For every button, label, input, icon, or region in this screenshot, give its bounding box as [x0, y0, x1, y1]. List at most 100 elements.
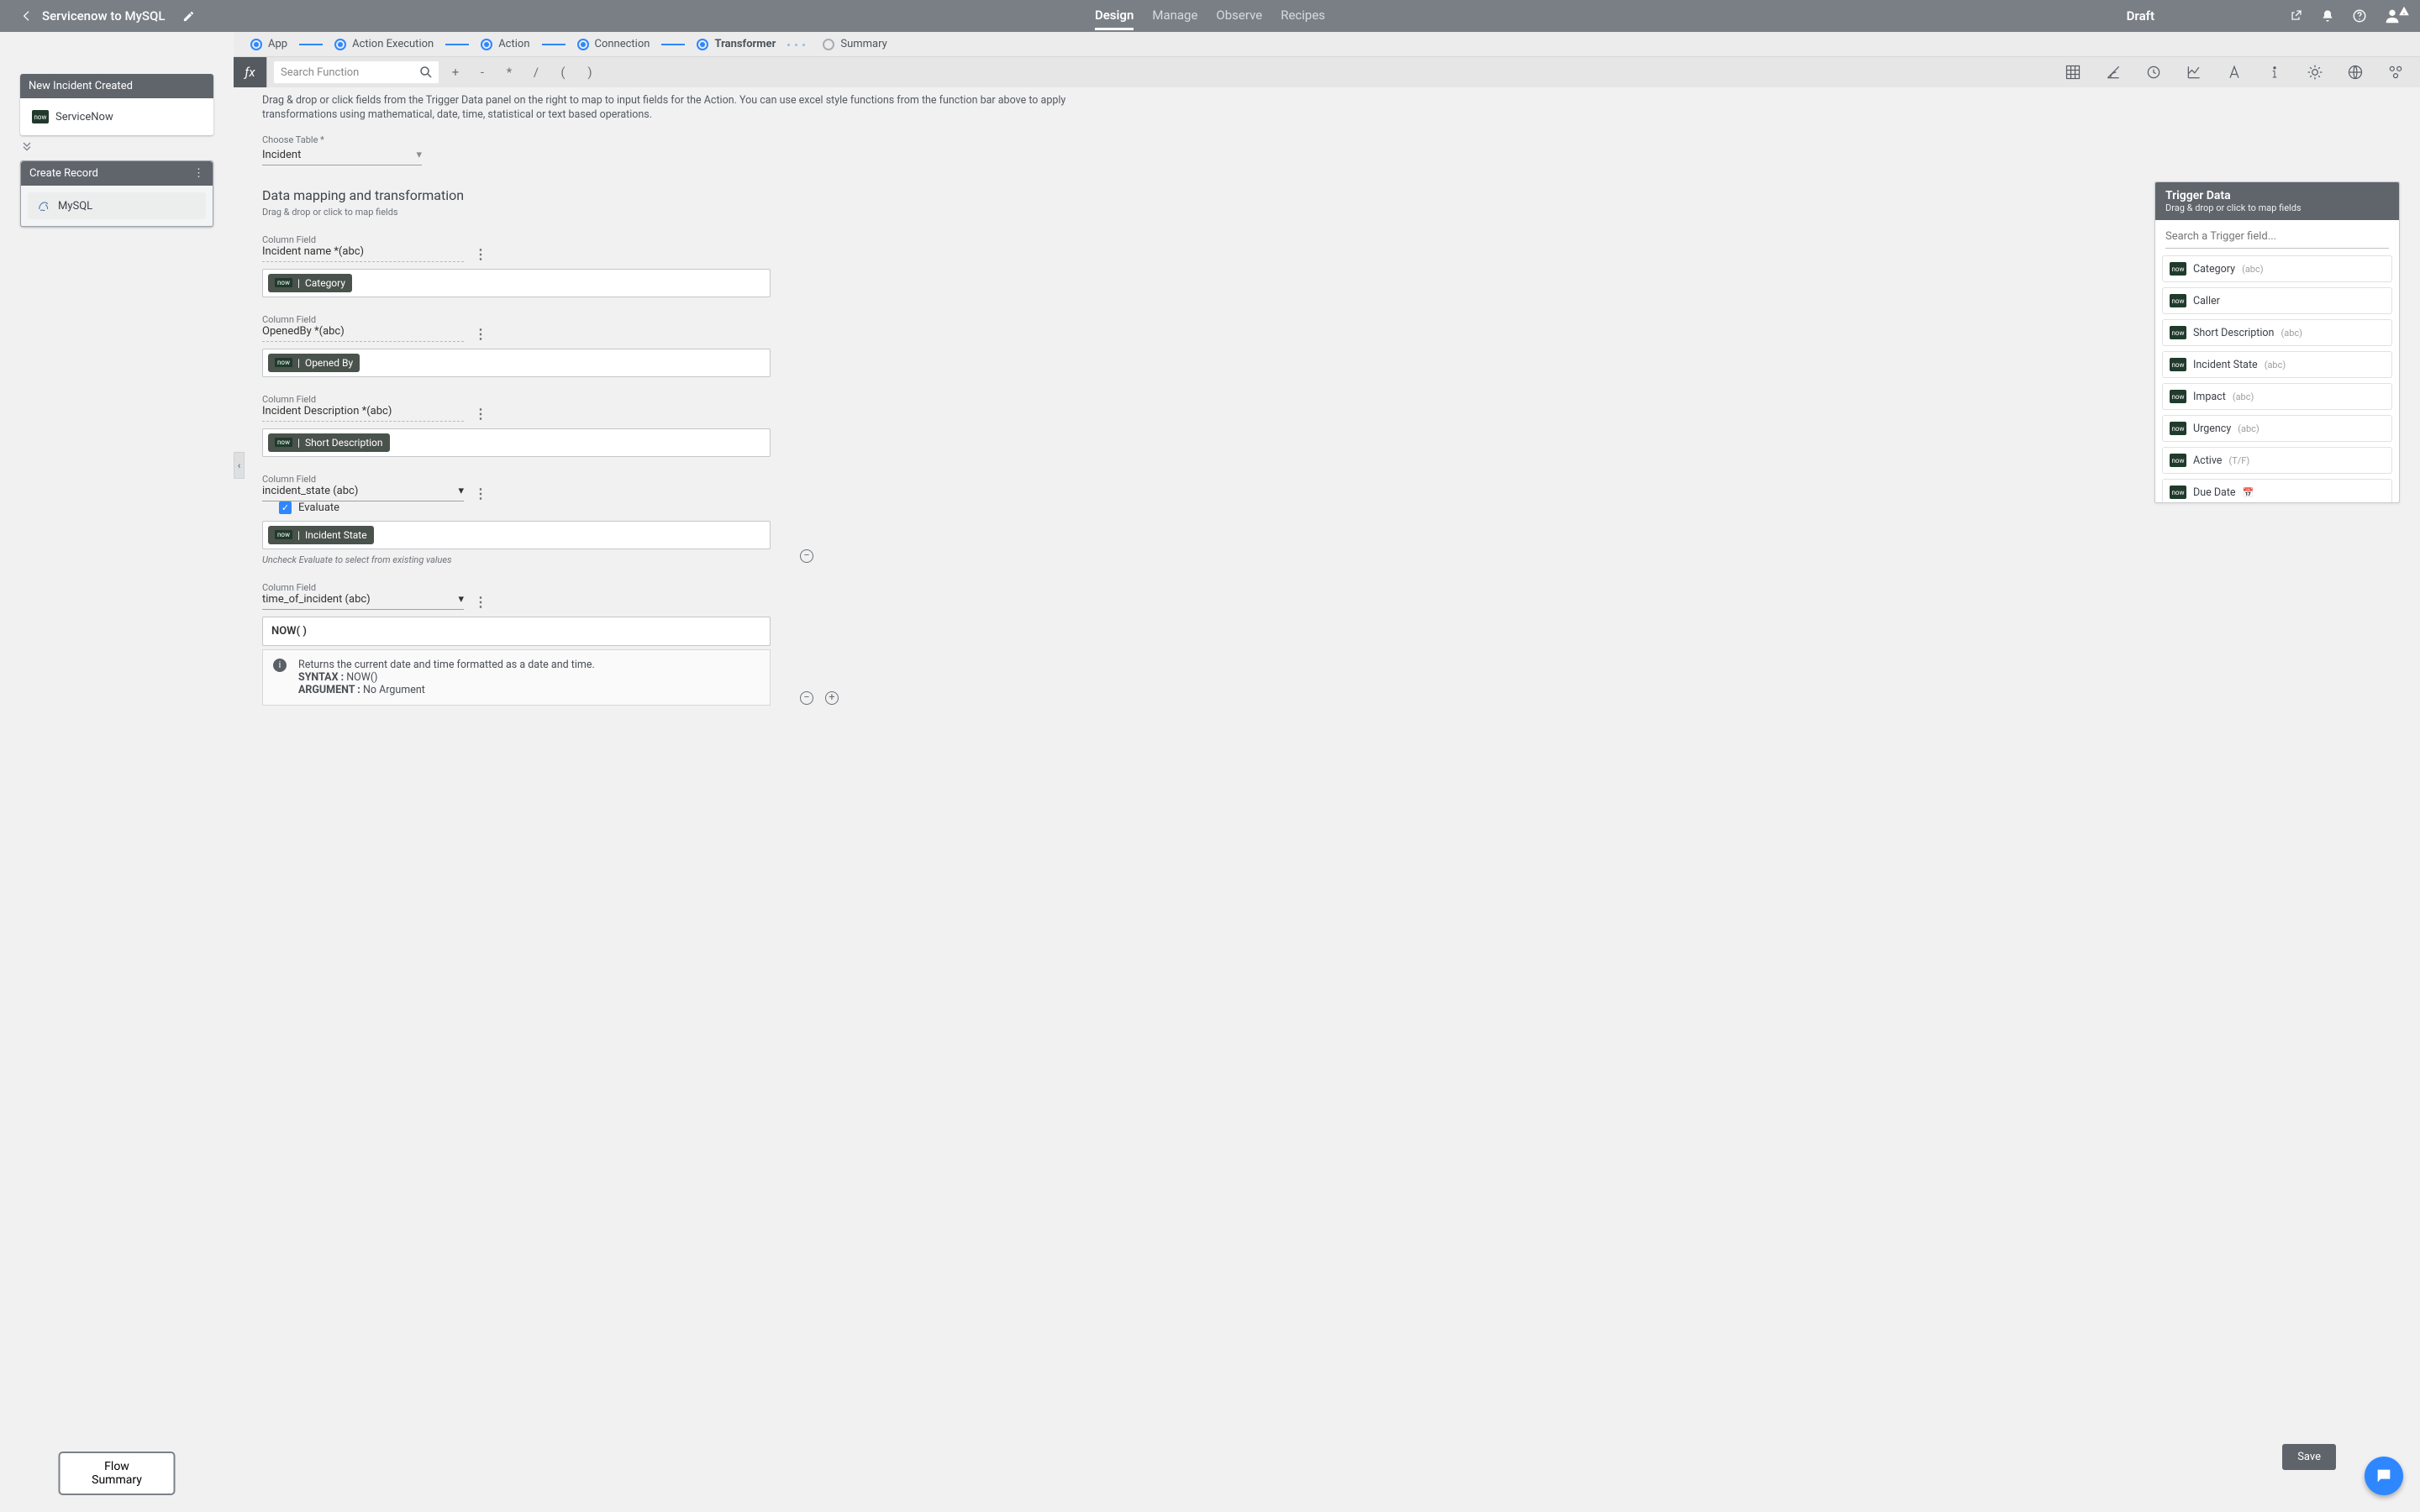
- function-hint: i Returns the current date and time form…: [262, 649, 771, 706]
- remove-field-button[interactable]: −: [800, 691, 813, 705]
- argument-label: ARGUMENT :: [298, 684, 360, 696]
- edit-icon[interactable]: [180, 8, 197, 24]
- field-menu-icon[interactable]: ⋮: [474, 486, 487, 501]
- step-transformer[interactable]: Transformer: [697, 38, 776, 50]
- field-menu-icon[interactable]: ⋮: [474, 406, 487, 422]
- step-summary[interactable]: Summary: [823, 38, 886, 50]
- add-field-button[interactable]: +: [825, 691, 839, 705]
- trigger-field-item[interactable]: nowActive(T/F): [2162, 447, 2392, 474]
- field-menu-icon[interactable]: ⋮: [474, 246, 487, 262]
- op-minus[interactable]: -: [472, 65, 492, 80]
- evaluate-label: Evaluate: [298, 501, 339, 514]
- mapped-chip[interactable]: now| Incident State: [268, 526, 374, 544]
- save-button[interactable]: Save: [2282, 1444, 2336, 1470]
- trigger-field-item[interactable]: nowCaller: [2162, 287, 2392, 314]
- mapping-dropzone[interactable]: now| Incident State: [262, 521, 771, 549]
- section-subtitle: Drag & drop or click to map fields: [262, 207, 1020, 218]
- column-field-select[interactable]: incident_state (abc)▾: [262, 485, 464, 501]
- flow-summary-button[interactable]: Flow Summary: [59, 1452, 176, 1495]
- angle-funcs-icon[interactable]: [2102, 61, 2124, 83]
- tab-design[interactable]: Design: [1095, 8, 1134, 30]
- trigger-field-item[interactable]: nowUrgency(abc): [2162, 415, 2392, 442]
- info-funcs-icon[interactable]: [2264, 61, 2286, 83]
- mysql-icon: [36, 199, 51, 213]
- page-title: Servicenow to MySQL: [42, 8, 165, 24]
- column-field-value[interactable]: Incident name *(abc): [262, 245, 464, 262]
- help-text: Drag & drop or click fields from the Tri…: [234, 87, 1091, 123]
- trigger-search-input[interactable]: [2165, 225, 2389, 249]
- mapping-dropzone[interactable]: now| Category: [262, 269, 771, 297]
- field-menu-icon[interactable]: ⋮: [474, 594, 487, 610]
- bell-icon[interactable]: [2319, 8, 2336, 24]
- column-field-label: Column Field: [262, 394, 1020, 405]
- flow-arrow-icon: [20, 140, 213, 152]
- app-bar: Servicenow to MySQL Design Manage Observ…: [0, 0, 2420, 32]
- stats-funcs-icon[interactable]: [2183, 61, 2205, 83]
- mapped-chip[interactable]: now| Category: [268, 274, 352, 292]
- mapping-field: Column Field incident_state (abc)▾ ⋮ ✓ E…: [262, 474, 1020, 565]
- trigger-field-list: nowCategory(abc) nowCaller nowShort Desc…: [2155, 250, 2399, 502]
- open-external-icon[interactable]: [2287, 8, 2304, 24]
- help-icon[interactable]: [2351, 8, 2368, 24]
- geo-funcs-icon[interactable]: [2344, 61, 2366, 83]
- op-lparen[interactable]: (: [553, 65, 573, 80]
- main-area: ƒx Search Function + - * / ( ) Drag & dr…: [234, 57, 2420, 1512]
- column-field-value[interactable]: Incident Description *(abc): [262, 405, 464, 422]
- trigger-card-title: New Incident Created: [29, 80, 133, 92]
- time-funcs-icon[interactable]: [2143, 61, 2165, 83]
- evaluate-checkbox[interactable]: ✓ Evaluate: [279, 501, 339, 514]
- step-action[interactable]: Action: [481, 38, 529, 50]
- fx-icon[interactable]: ƒx: [234, 57, 267, 87]
- function-search[interactable]: Search Function: [274, 61, 439, 83]
- op-rparen[interactable]: ): [580, 65, 600, 80]
- step-app[interactable]: App: [250, 38, 287, 50]
- function-search-placeholder: Search Function: [281, 66, 359, 79]
- tab-observe[interactable]: Observe: [1216, 8, 1262, 24]
- mapped-chip[interactable]: now| Short Description: [268, 433, 390, 452]
- action-card[interactable]: Create Record ⋮ MySQL: [20, 160, 213, 227]
- logic-funcs-icon[interactable]: [2304, 61, 2326, 83]
- formula-input[interactable]: NOW( ): [262, 617, 771, 646]
- section-title: Data mapping and transformation: [262, 187, 1020, 203]
- function-bar: ƒx Search Function + - * / ( ): [234, 57, 2420, 87]
- op-plus[interactable]: +: [445, 65, 466, 80]
- tab-recipes[interactable]: Recipes: [1281, 8, 1325, 24]
- trigger-field-item[interactable]: nowIncident State(abc): [2162, 351, 2392, 378]
- top-tabs: Design Manage Observe Recipes: [1095, 8, 1325, 24]
- step-connection[interactable]: Connection: [577, 38, 650, 50]
- trigger-field-item[interactable]: nowDue Date📅: [2162, 479, 2392, 502]
- choose-table-select[interactable]: Incident ▾: [262, 145, 422, 165]
- trigger-data-panel: Trigger Data Drag & drop or click to map…: [2154, 181, 2400, 503]
- trigger-field-item[interactable]: nowShort Description(abc): [2162, 319, 2392, 346]
- mapping-dropzone[interactable]: now| Opened By: [262, 349, 771, 377]
- mapped-chip[interactable]: now| Opened By: [268, 354, 360, 372]
- chat-button[interactable]: [2365, 1457, 2403, 1495]
- chevron-down-icon: ▾: [416, 149, 422, 161]
- syntax-label: SYNTAX :: [298, 671, 344, 684]
- tab-manage[interactable]: Manage: [1152, 8, 1197, 24]
- text-funcs-icon[interactable]: [2223, 61, 2245, 83]
- action-app-row: MySQL: [28, 192, 206, 219]
- misc-funcs-icon[interactable]: [2385, 61, 2407, 83]
- step-row: App Action Execution Action Connection T…: [234, 32, 2420, 57]
- op-mult[interactable]: *: [499, 65, 519, 80]
- card-menu-icon[interactable]: ⋮: [193, 167, 204, 180]
- back-icon[interactable]: [18, 8, 35, 24]
- column-field-value[interactable]: OpenedBy *(abc): [262, 325, 464, 342]
- trigger-card[interactable]: New Incident Created now ServiceNow: [20, 74, 213, 135]
- op-div[interactable]: /: [526, 65, 546, 80]
- action-card-title: Create Record: [29, 167, 98, 180]
- mapping-field: Column Field OpenedBy *(abc) ⋮ now| Open…: [262, 314, 1020, 377]
- column-field-label: Column Field: [262, 314, 1020, 325]
- grid-funcs-icon[interactable]: [2062, 61, 2084, 83]
- step-action-execution[interactable]: Action Execution: [334, 38, 434, 50]
- field-menu-icon[interactable]: ⋮: [474, 326, 487, 342]
- chevron-down-icon: ▾: [458, 485, 464, 497]
- mapping-field: Column Field time_of_incident (abc)▾ ⋮ N…: [262, 582, 1020, 706]
- profile-icon[interactable]: [2383, 7, 2410, 25]
- trigger-field-item[interactable]: nowCategory(abc): [2162, 255, 2392, 282]
- column-field-select[interactable]: time_of_incident (abc)▾: [262, 593, 464, 610]
- remove-field-button[interactable]: −: [800, 549, 813, 563]
- trigger-field-item[interactable]: nowImpact(abc): [2162, 383, 2392, 410]
- mapping-dropzone[interactable]: now| Short Description: [262, 428, 771, 457]
